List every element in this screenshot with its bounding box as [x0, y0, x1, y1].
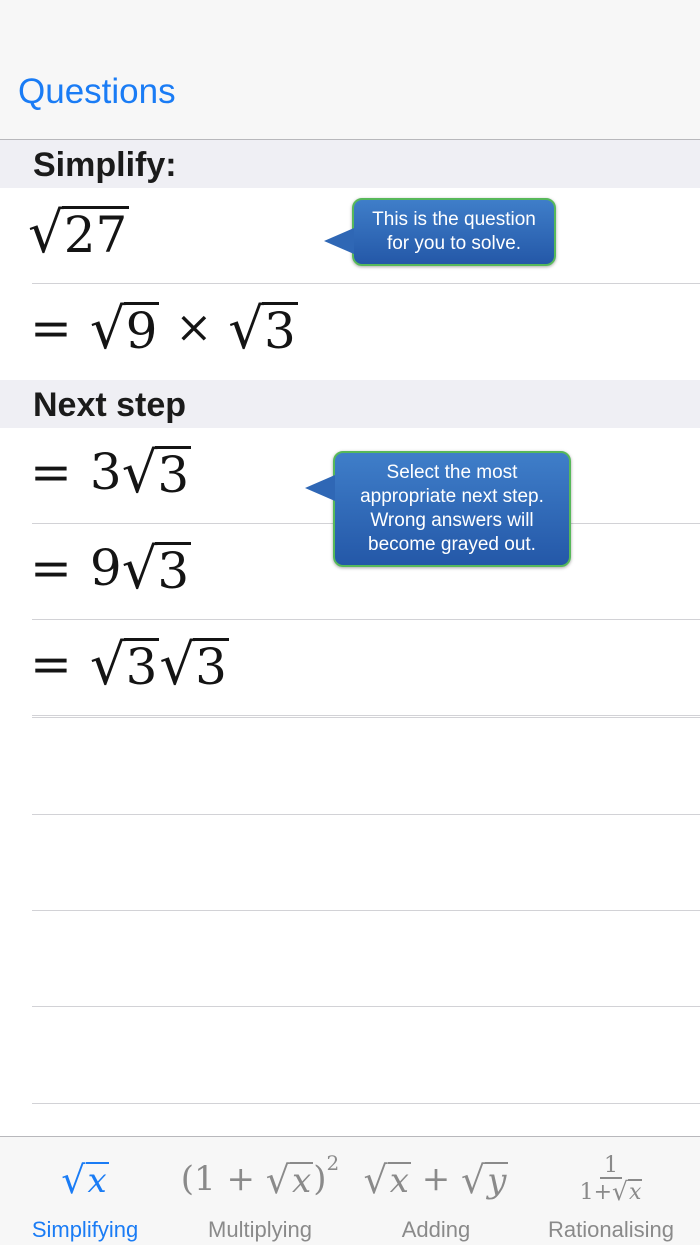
divider [32, 717, 700, 718]
option-expression: = 9 √ 3 [30, 536, 192, 602]
sqrt-9: √ 9 [89, 296, 160, 362]
divider [32, 814, 700, 815]
sqrt-3: √ 3 [159, 632, 229, 698]
divider [32, 910, 700, 911]
next-step-callout: Select the most appropriate next step. W… [305, 451, 571, 567]
one-plus-sqrt-x-squared-icon: (1 + √ x) 2 [180, 1151, 340, 1203]
divider [32, 715, 700, 716]
section-title: Simplify: [33, 146, 177, 184]
sqrt-3: √ 3 [89, 632, 160, 698]
section-title: Next step [33, 386, 187, 424]
question-callout: This is the question for you to solve. [324, 198, 556, 266]
callout-pointer [324, 228, 354, 254]
option-expression: = 3 √ 3 [30, 440, 192, 506]
tab-multiplying[interactable]: (1 + √ x) 2 Multiplying [170, 1137, 350, 1245]
one-over-one-plus-sqrt-x-icon: 1 1+ √ x [579, 1152, 643, 1207]
divider [32, 1006, 700, 1007]
divider [32, 1103, 700, 1104]
tab-adding[interactable]: √ x + √ y Adding [350, 1137, 522, 1245]
sqrt-x-icon: √ x [61, 1158, 109, 1203]
working-expression: = √ 9 × √ 3 [30, 296, 298, 362]
question-expression: √ 27 [28, 200, 130, 266]
question-section-header: Simplify: [0, 140, 700, 188]
tab-simplifying[interactable]: √ x Simplifying [0, 1137, 170, 1245]
sqrt-3: √ 3 [121, 536, 192, 602]
callout-pointer [305, 475, 335, 501]
sqrt-3: √ 3 [228, 296, 298, 362]
tab-rationalising[interactable]: 1 1+ √ x Rationalising [522, 1137, 700, 1245]
sqrt-27: √ 27 [28, 200, 130, 266]
next-step-section-header: Next step [0, 380, 700, 428]
option-expression: = √ 3 √ 3 [30, 632, 229, 698]
sqrt-x-plus-sqrt-y-icon: √ x + √ y [363, 1158, 509, 1203]
navigation-bar: Questions [0, 0, 700, 140]
working-row: = √ 9 × √ 3 [0, 284, 700, 379]
answer-option-3[interactable]: = √ 3 √ 3 [0, 620, 700, 715]
back-to-questions-button[interactable]: Questions [18, 72, 176, 112]
sqrt-3: √ 3 [121, 440, 192, 506]
tab-bar: √ x Simplifying (1 + √ x) 2 Multiplying √ x … [0, 1136, 700, 1245]
